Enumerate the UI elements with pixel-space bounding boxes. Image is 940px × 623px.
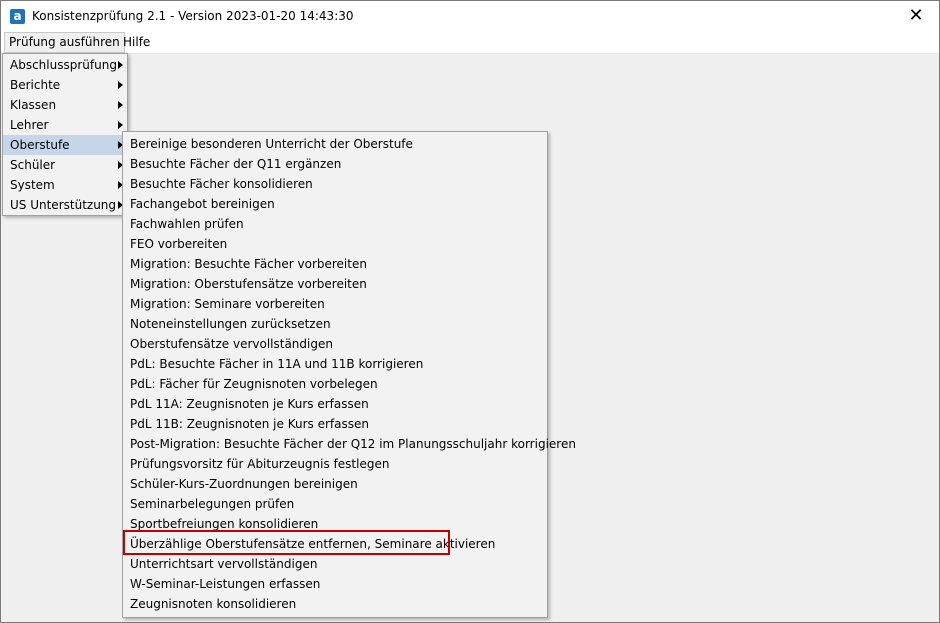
menu-item-abschlusspruefung[interactable]: Abschlussprüfung [3,55,127,75]
submenu-item[interactable]: Schüler-Kurs-Zuordnungen bereinigen [123,474,547,494]
menu-item-schueler[interactable]: Schüler [3,155,127,175]
title-bar: a Konsistenzprüfung 2.1 - Version 2023-0… [1,1,939,31]
annotation-highlight-box [123,530,450,555]
menu-item-oberstufe[interactable]: Oberstufe [3,135,127,155]
submenu-item[interactable]: Besuchte Fächer der Q11 ergänzen [123,154,547,174]
menu-item-lehrer[interactable]: Lehrer [3,115,127,135]
menu-pruefung-ausfuehren[interactable]: Prüfung ausführen [4,32,125,53]
submenu-item[interactable]: PdL 11B: Zeugnisnoten je Kurs erfassen [123,414,547,434]
submenu-item[interactable]: Prüfungsvorsitz für Abiturzeugnis festle… [123,454,547,474]
submenu-item[interactable]: Noteneinstellungen zurücksetzen [123,314,547,334]
submenu-item[interactable]: Oberstufensätze vervollständigen [123,334,547,354]
submenu-item[interactable]: Fachangebot bereinigen [123,194,547,214]
submenu-arrow-icon [118,61,123,69]
submenu-item[interactable]: Fachwahlen prüfen [123,214,547,234]
submenu-item[interactable]: W-Seminar-Leistungen erfassen [123,574,547,594]
submenu-item[interactable]: PdL: Besuchte Fächer in 11A und 11B korr… [123,354,547,374]
menu-item-berichte[interactable]: Berichte [3,75,127,95]
submenu-item[interactable]: PdL 11A: Zeugnisnoten je Kurs erfassen [123,394,547,414]
submenu-item[interactable]: Besuchte Fächer konsolidieren [123,174,547,194]
submenu-item[interactable]: PdL: Fächer für Zeugnisnoten vorbelegen [123,374,547,394]
menu-item-label: Berichte [10,78,61,92]
submenu-arrow-icon [118,101,123,109]
submenu-item[interactable]: Migration: Seminare vorbereiten [123,294,547,314]
menu-item-label: System [10,178,55,192]
submenu-arrow-icon [118,81,123,89]
submenu-item[interactable]: Zeugnisnoten konsolidieren [123,594,547,614]
window-title: Konsistenzprüfung 2.1 - Version 2023-01-… [32,9,354,23]
menu-item-label: Oberstufe [10,138,70,152]
submenu-item[interactable]: Seminarbelegungen prüfen [123,494,547,514]
dropdown-menu-pruefung: Abschlussprüfung Berichte Klassen Lehrer… [2,53,128,216]
close-icon[interactable]: ✕ [893,1,939,31]
menu-item-us-unterstuetzung[interactable]: US Unterstützung [3,195,127,215]
menu-item-label: Klassen [10,98,57,112]
submenu-item[interactable]: Migration: Oberstufensätze vorbereiten [123,274,547,294]
menu-item-label: US Unterstützung [10,198,117,212]
menu-item-system[interactable]: System [3,175,127,195]
menu-item-klassen[interactable]: Klassen [3,95,127,115]
menu-hilfe[interactable]: Hilfe [119,33,154,52]
menu-item-label: Abschlussprüfung [10,58,117,72]
submenu-item[interactable]: Bereinige besonderen Unterricht der Ober… [123,134,547,154]
menu-item-label: Lehrer [10,118,49,132]
submenu-item[interactable]: FEO vorbereiten [123,234,547,254]
submenu-item[interactable]: Unterrichtsart vervollständigen [123,554,547,574]
submenu-item[interactable]: Migration: Besuchte Fächer vorbereiten [123,254,547,274]
menu-bar: Prüfung ausführen Hilfe [1,32,939,54]
app-icon: a [10,9,25,24]
submenu-arrow-icon [118,121,123,129]
submenu-item[interactable]: Post-Migration: Besuchte Fächer der Q12 … [123,434,576,454]
menu-item-label: Schüler [10,158,56,172]
